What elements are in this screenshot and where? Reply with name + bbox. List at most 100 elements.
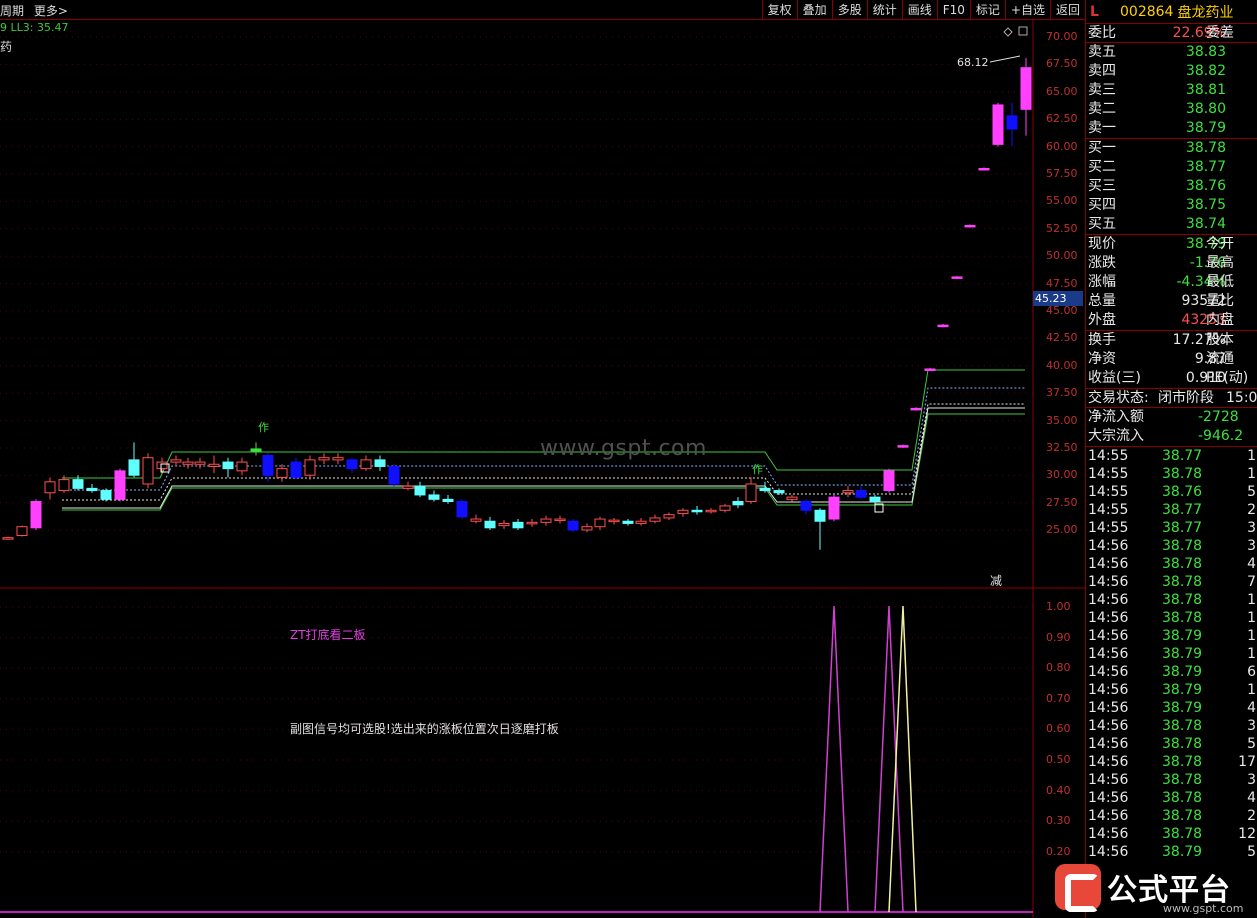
candle-body <box>869 496 881 503</box>
price-tick: 32.50 <box>1046 441 1078 454</box>
tick-row: 14:56 38.78 3 <box>1086 717 1257 735</box>
tick-time: 14:55 <box>1088 484 1129 500</box>
quote-stats: 现价 38.79 今开 涨跌 -1.76 最高 涨幅 -4.34% 最低 总量 93572 量比 外盘 4… <box>1086 235 1257 331</box>
candle-body <box>388 465 400 485</box>
candle-body <box>470 518 482 522</box>
candle-body <box>951 276 963 279</box>
tick-row: 14:56 38.79 1 <box>1086 627 1257 645</box>
trade-status-time: 15:00 <box>1226 390 1257 406</box>
buy-level-price: 38.76 <box>1185 178 1226 194</box>
fund-stat-aux-label: PE(动) <box>1206 370 1249 386</box>
tick-time: 14:56 <box>1088 592 1129 608</box>
candle-body <box>428 494 440 500</box>
price-tick: 70.00 <box>1046 30 1078 43</box>
tick-volume: 1 <box>1247 448 1256 464</box>
tick-price: 38.78 <box>1162 808 1203 824</box>
tick-volume: 5 <box>1247 736 1256 752</box>
price-tick: 42.50 <box>1046 331 1078 345</box>
candle-body <box>526 521 538 525</box>
tick-row: 14:55 38.77 1 <box>1086 447 1257 465</box>
tick-time: 14:55 <box>1088 502 1129 518</box>
candle-body <box>44 481 56 494</box>
sell-level-price: 38.83 <box>1185 44 1226 60</box>
stat-aux-label: 最高 <box>1206 255 1234 271</box>
l-mark: L <box>1090 3 1099 20</box>
tick-time: 14:56 <box>1088 808 1129 824</box>
candle-body <box>883 470 895 492</box>
tick-price: 38.78 <box>1162 754 1203 770</box>
candle-body <box>276 468 288 478</box>
watermark: www.gspt.com <box>540 436 707 461</box>
buy-level-row: 买一 38.78 <box>1086 139 1257 158</box>
candle-body <box>332 457 344 461</box>
candle-body <box>622 520 634 524</box>
tick-volume: 1 <box>1247 682 1256 698</box>
sell-level-label: 卖三 <box>1088 82 1116 98</box>
candle-body <box>910 407 922 411</box>
tick-price: 38.77 <box>1162 448 1203 464</box>
tick-time: 14:56 <box>1088 790 1129 806</box>
fund-stat-row: 换手 17.27% 股本 <box>1086 331 1257 350</box>
candle-body <box>194 461 206 465</box>
sell-level-row: 卖二 38.80 <box>1086 100 1257 119</box>
candle-body <box>937 324 949 328</box>
tick-time: 14:55 <box>1088 520 1129 536</box>
buy-level-row: 买二 38.77 <box>1086 158 1257 177</box>
candle-body <box>498 522 510 527</box>
fund-stat-row: 净资 9.87 流通 <box>1086 350 1257 369</box>
tick-price: 38.78 <box>1162 790 1203 806</box>
tick-time: 14:56 <box>1088 700 1129 716</box>
candle-body <box>786 496 798 500</box>
stock-name: 盘龙药业 <box>1177 4 1234 21</box>
buy-level-row: 买四 38.75 <box>1086 196 1257 215</box>
tick-price: 38.78 <box>1162 556 1203 572</box>
candle-body <box>86 487 98 492</box>
tick-price: 38.79 <box>1162 700 1203 716</box>
stat-row: 涨幅 -4.34% 最低 <box>1086 273 1257 292</box>
candle-body <box>691 509 703 513</box>
tick-row: 14:56 38.78 2 <box>1086 807 1257 825</box>
fund-stat-row: 收益(三) 0.910 PE(动) <box>1086 369 1257 388</box>
buy-level-label: 买三 <box>1088 178 1116 194</box>
price-tick: 62.50 <box>1046 112 1078 126</box>
candle-body <box>897 445 909 448</box>
trade-status-value: 闭市阶段 <box>1158 390 1214 406</box>
tick-price: 38.79 <box>1162 682 1203 698</box>
tick-volume: 3 <box>1247 772 1256 788</box>
sub-tick: 0.80 <box>1046 661 1071 675</box>
sub-tick: 0.90 <box>1046 630 1071 644</box>
tick-time: 14:56 <box>1088 538 1129 554</box>
tick-time: 14:56 <box>1088 646 1129 662</box>
price-tick: 47.50 <box>1046 276 1078 290</box>
candle-body <box>581 526 593 531</box>
candle-body <box>236 461 248 472</box>
weibi-label: 委比 <box>1088 25 1116 41</box>
channel-lower <box>62 413 1025 511</box>
fund-flow: 净流入额 -2728 大宗流入 -946.2 <box>1086 408 1257 447</box>
tick-list[interactable]: 14:55 38.77 1 14:55 38.78 1 14:55 38.76 5 14:55 38… <box>1086 447 1257 861</box>
tick-row: 14:56 38.79 4 <box>1086 699 1257 717</box>
candle-body <box>58 479 70 492</box>
candle-body <box>608 519 620 523</box>
tick-time: 14:56 <box>1088 826 1129 842</box>
buy-level-label: 买一 <box>1088 140 1116 156</box>
flow-row: 净流入额 -2728 <box>1086 408 1257 427</box>
buy-level-price: 38.75 <box>1185 197 1226 213</box>
tick-volume: 4 <box>1247 556 1256 572</box>
sell-level-row: 卖五 38.83 <box>1086 43 1257 62</box>
trade-status-label: 交易状态: <box>1088 390 1149 406</box>
tick-volume: 4 <box>1247 700 1256 716</box>
candle-body <box>402 485 414 489</box>
fund-stat-label: 收益(三) <box>1088 370 1141 386</box>
tick-volume: 4 <box>1247 790 1256 806</box>
candle-body <box>156 461 168 470</box>
candle-body <box>456 501 468 518</box>
candle-body <box>2 537 14 540</box>
flow-label: 净流入额 <box>1088 409 1144 425</box>
price-tick: 50.00 <box>1046 249 1078 263</box>
price-tick: 57.50 <box>1046 167 1078 180</box>
sub-chart-title: ZT打底看二板 <box>290 628 366 642</box>
price-tick: 37.50 <box>1046 386 1078 400</box>
trade-status-row: 交易状态: 闭市阶段 15:00 <box>1086 389 1257 408</box>
fund-stat-label: 换手 <box>1088 332 1116 348</box>
